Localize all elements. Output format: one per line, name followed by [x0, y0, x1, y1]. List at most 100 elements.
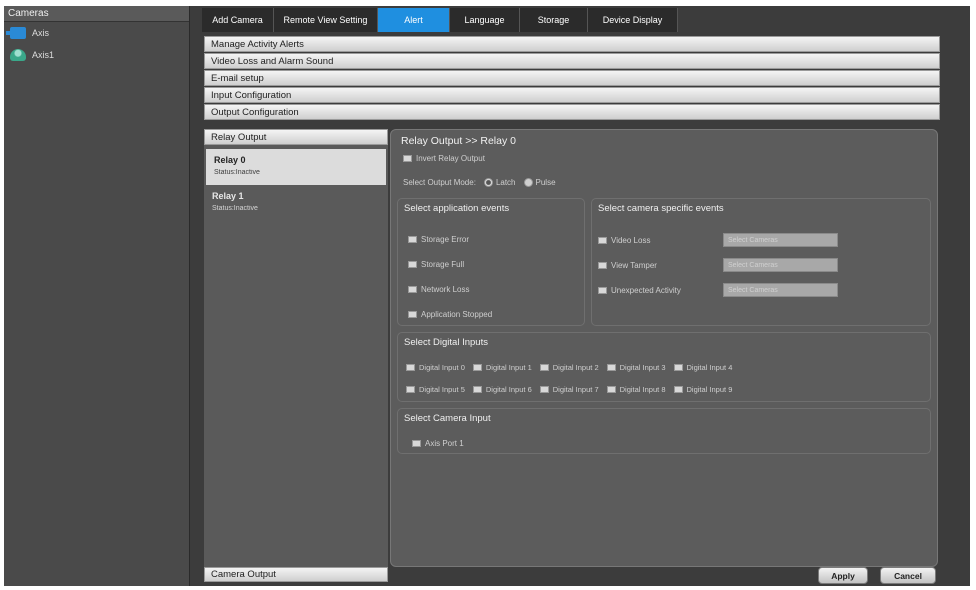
camera-pane-title: Cameras — [4, 6, 189, 22]
digital-input-8-checkbox[interactable] — [606, 386, 616, 393]
tab-remote-view-setting[interactable]: Remote View Setting — [274, 8, 378, 32]
camera-input-title: Select Camera Input — [404, 413, 491, 424]
storage-full-checkbox[interactable] — [408, 261, 417, 268]
camera-event-label: View Tamper — [611, 260, 657, 270]
app-event-label: Application Stopped — [421, 310, 493, 319]
camera-event-label: Video Loss — [611, 235, 651, 245]
camera-item-axis1[interactable]: Axis1 — [4, 44, 189, 66]
relay-settings-panel: Relay Output >> Relay 0 Invert Relay Out… — [390, 129, 938, 567]
digital-input-label: Digital Input 8 — [619, 385, 666, 394]
camera-output-header[interactable]: Camera Output — [204, 567, 388, 582]
application-events-title: Select application events — [404, 203, 510, 214]
digital-input-2-checkbox[interactable] — [539, 364, 549, 371]
digital-input-3-checkbox[interactable] — [606, 364, 616, 371]
relay-item-1[interactable]: Relay 1 Status:Inactive — [204, 185, 388, 221]
camera-item-axis[interactable]: Axis — [4, 22, 189, 44]
select-cameras-button[interactable]: Select Cameras — [723, 283, 838, 297]
latch-radio[interactable] — [483, 178, 493, 187]
digital-input-6-checkbox[interactable] — [472, 386, 482, 393]
select-cameras-button[interactable]: Select Cameras — [723, 258, 838, 272]
digital-input-label: Digital Input 3 — [619, 363, 666, 372]
camera-input-group: Select Camera Input Axis Port 1 — [397, 408, 931, 454]
digital-input-0-checkbox[interactable] — [406, 364, 415, 371]
digital-input-label: Digital Input 1 — [485, 363, 532, 372]
app-event-row: Network Loss — [408, 285, 469, 294]
camera-event-row: Video Loss Select Cameras — [598, 233, 838, 247]
application-stopped-checkbox[interactable] — [408, 311, 417, 318]
network-loss-checkbox[interactable] — [408, 286, 417, 293]
dome-camera-icon — [10, 49, 26, 61]
axis-port-1-checkbox[interactable] — [412, 440, 421, 447]
digital-input-7-checkbox[interactable] — [539, 386, 549, 393]
relay-output-list: Relay Output Relay 0 Status:Inactive Rel… — [204, 129, 388, 567]
digital-input-label: Digital Input 2 — [552, 363, 599, 372]
section-output-configuration[interactable]: Output Configuration — [204, 104, 940, 120]
camera-input-label: Axis Port 1 — [425, 439, 464, 448]
section-input-configuration[interactable]: Input Configuration — [204, 87, 940, 103]
digital-input-5-checkbox[interactable] — [406, 386, 415, 393]
digital-input-4-checkbox[interactable] — [673, 364, 683, 371]
camera-input-row: Axis Port 1 — [412, 439, 464, 448]
digital-input-9-checkbox[interactable] — [673, 386, 683, 393]
app-event-row: Storage Error — [408, 235, 469, 244]
relay-output-header[interactable]: Relay Output — [204, 129, 388, 145]
tab-add-camera[interactable]: Add Camera — [202, 8, 274, 32]
relay-name: Relay 0 — [214, 155, 246, 165]
camera-events-title: Select camera specific events — [598, 203, 724, 214]
section-email-setup[interactable]: E-mail setup — [204, 70, 940, 86]
digital-inputs-title: Select Digital Inputs — [404, 337, 488, 348]
relay-status: Status:Inactive — [214, 169, 260, 176]
camera-event-row: Unexpected Activity Select Cameras — [598, 283, 838, 297]
tab-alert[interactable]: Alert — [378, 8, 450, 32]
cancel-button[interactable]: Cancel — [880, 567, 936, 584]
camera-events-group: Select camera specific events Video Loss… — [591, 198, 931, 326]
app-event-row: Storage Full — [408, 260, 464, 269]
pulse-label: Pulse — [535, 178, 556, 187]
app-event-label: Storage Full — [421, 260, 465, 269]
section-video-loss-alarm-sound[interactable]: Video Loss and Alarm Sound — [204, 53, 940, 69]
camera-tree-pane: Cameras Axis Axis1 — [4, 6, 190, 586]
relay-item-0[interactable]: Relay 0 Status:Inactive — [206, 149, 386, 185]
camera-label: Axis1 — [32, 50, 55, 60]
view-tamper-checkbox[interactable] — [598, 261, 607, 269]
storage-error-checkbox[interactable] — [408, 236, 417, 243]
tab-language[interactable]: Language — [450, 8, 520, 32]
tab-storage[interactable]: Storage — [520, 8, 588, 32]
video-loss-checkbox[interactable] — [598, 236, 607, 244]
app-window: Cameras Axis Axis1 Add Camera Remote Vie… — [4, 6, 970, 586]
camera-icon — [6, 27, 26, 39]
camera-label: Axis — [32, 28, 50, 38]
digital-input-label: Digital Input 7 — [552, 385, 599, 394]
digital-inputs-row-2: Digital Input 5 Digital Input 6 Digital … — [406, 385, 740, 394]
latch-label: Latch — [495, 178, 516, 187]
digital-inputs-row-1: Digital Input 0 Digital Input 1 Digital … — [406, 363, 740, 372]
unexpected-activity-checkbox[interactable] — [598, 286, 607, 294]
app-event-label: Storage Error — [421, 235, 470, 244]
output-mode-row: Select Output Mode: Latch Pulse — [403, 178, 556, 187]
settings-tabs: Add Camera Remote View Setting Alert Lan… — [202, 8, 678, 32]
pulse-radio[interactable] — [523, 178, 533, 187]
select-cameras-button[interactable]: Select Cameras — [723, 233, 838, 247]
application-events-group: Select application events Storage Error … — [397, 198, 585, 326]
digital-input-label: Digital Input 4 — [686, 363, 733, 372]
digital-input-label: Digital Input 9 — [686, 385, 733, 394]
tab-device-display[interactable]: Device Display — [588, 8, 678, 32]
invert-relay-row: Invert Relay Output — [403, 154, 485, 163]
digital-input-1-checkbox[interactable] — [472, 364, 482, 371]
camera-event-row: View Tamper Select Cameras — [598, 258, 838, 272]
section-manage-activity-alerts[interactable]: Manage Activity Alerts — [204, 36, 940, 52]
digital-input-label: Digital Input 0 — [419, 363, 465, 372]
invert-relay-label: Invert Relay Output — [416, 154, 485, 163]
app-event-row: Application Stopped — [408, 310, 492, 319]
digital-input-label: Digital Input 5 — [419, 385, 465, 394]
output-mode-label: Select Output Mode: — [403, 178, 476, 187]
relay-name: Relay 1 — [212, 191, 244, 201]
digital-inputs-group: Select Digital Inputs Digital Input 0 Di… — [397, 332, 931, 402]
invert-relay-checkbox[interactable] — [403, 155, 412, 162]
panel-title: Relay Output >> Relay 0 — [401, 135, 516, 147]
apply-button[interactable]: Apply — [818, 567, 868, 584]
digital-input-label: Digital Input 6 — [485, 385, 532, 394]
camera-event-label: Unexpected Activity — [611, 285, 681, 295]
app-event-label: Network Loss — [421, 285, 470, 294]
relay-status: Status:Inactive — [212, 205, 258, 212]
